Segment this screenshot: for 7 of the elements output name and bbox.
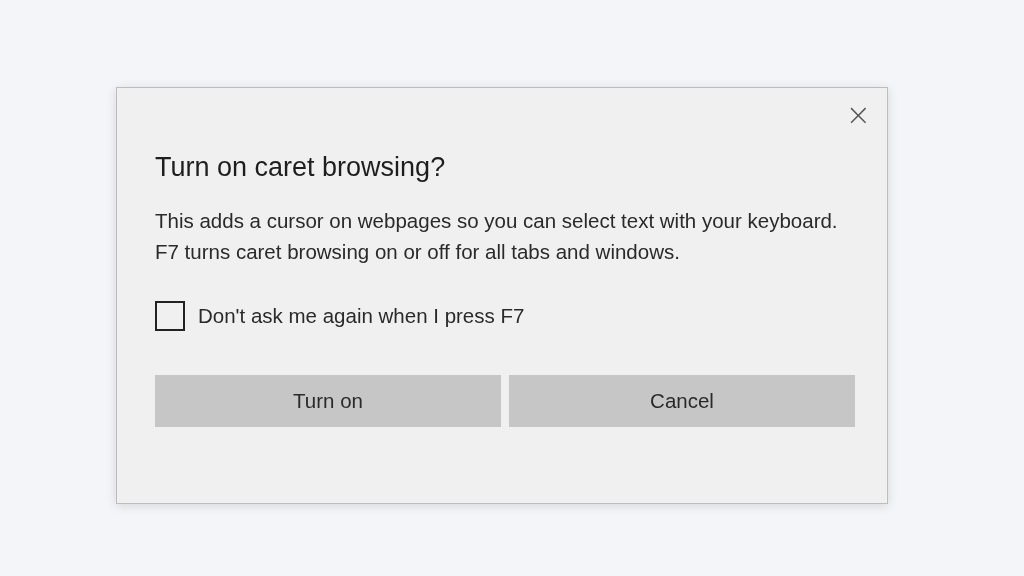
checkbox-label[interactable]: Don't ask me again when I press F7: [198, 304, 525, 328]
cancel-button[interactable]: Cancel: [509, 375, 855, 427]
close-button[interactable]: ×: [841, 100, 875, 130]
dialog-message: This adds a cursor on webpages so you can select text with your keyboard. F7 turns caret browsing on or off for all tabs and windows.: [155, 208, 839, 265]
turn-on-button[interactable]: Turn on: [155, 375, 501, 427]
checkbox[interactable]: [155, 301, 185, 331]
dialog-title: Turn on caret browsing?: [155, 152, 447, 183]
